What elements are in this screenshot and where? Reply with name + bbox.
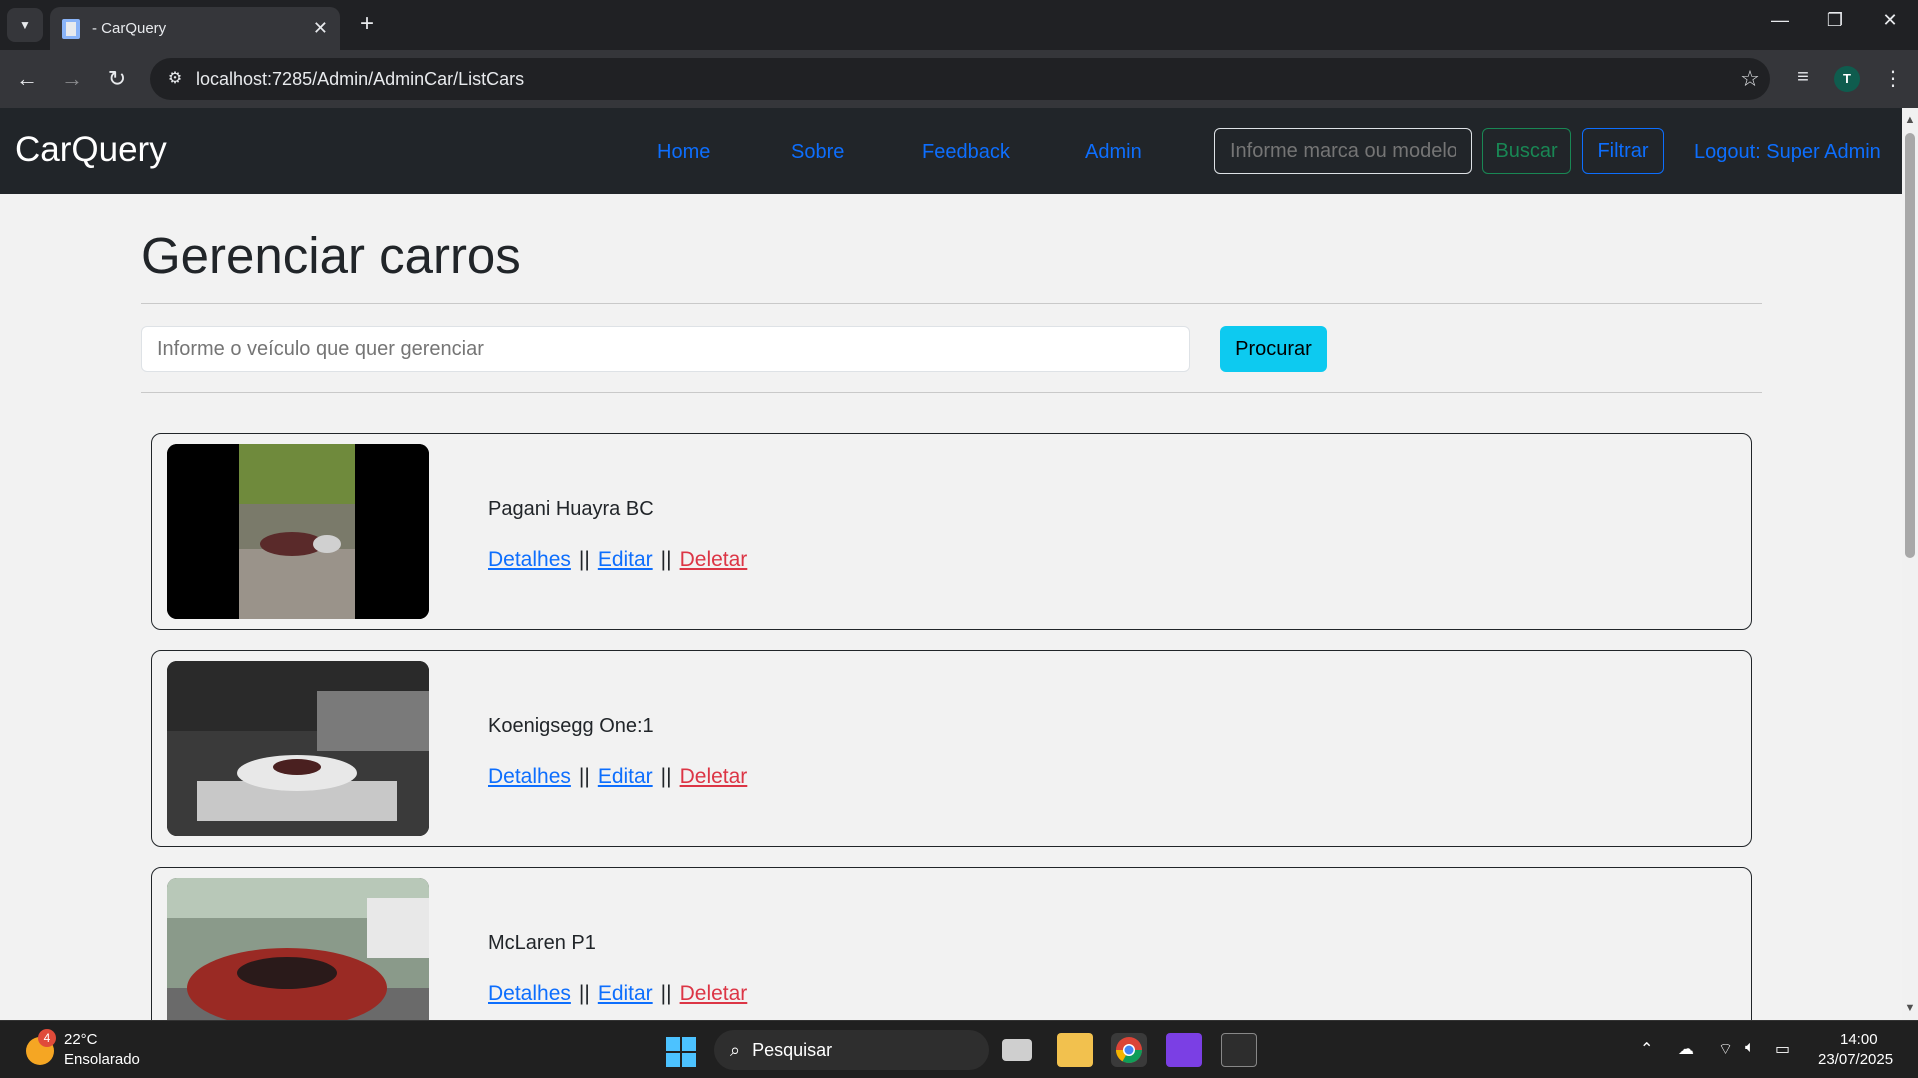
- windows-taskbar: 4 22°C Ensolarado ⌕ Pesquisar ⌃ ☁ ⌔ 🔈︎ ▭…: [0, 1020, 1918, 1078]
- bookmark-star-icon[interactable]: ☆: [1730, 66, 1770, 92]
- details-link[interactable]: Detalhes: [488, 548, 571, 571]
- chevron-down-icon: ▼: [19, 18, 31, 32]
- divider: [141, 303, 1762, 304]
- buscar-button[interactable]: Buscar: [1482, 128, 1571, 174]
- address-bar[interactable]: ⚙ localhost:7285/Admin/AdminCar/ListCars…: [150, 58, 1770, 100]
- page-scrollbar[interactable]: ▲ ▼: [1902, 108, 1918, 1020]
- car-photo-pagani: [167, 444, 429, 619]
- separator: ||: [660, 982, 672, 1005]
- brand-logo[interactable]: CarQuery: [15, 130, 167, 170]
- close-icon[interactable]: ✕: [313, 18, 328, 39]
- separator: ||: [578, 765, 590, 788]
- taskbar-search[interactable]: ⌕ Pesquisar: [714, 1030, 989, 1070]
- car-actions: Detalhes || Editar || Deletar: [488, 982, 747, 1006]
- separator: ||: [660, 548, 672, 571]
- volume-icon[interactable]: 🔈︎: [1745, 1039, 1755, 1057]
- weather-badge: 4: [38, 1029, 56, 1047]
- cloud-icon[interactable]: ☁: [1678, 1039, 1694, 1059]
- browser-tab-strip: ▼ - CarQuery ✕ + — ❐ ✕: [0, 0, 1918, 50]
- clock-time[interactable]: 14:00: [1840, 1031, 1878, 1048]
- visual-studio-icon[interactable]: [1166, 1033, 1202, 1067]
- nav-link-sobre[interactable]: Sobre: [791, 141, 844, 164]
- delete-link[interactable]: Deletar: [680, 982, 748, 1005]
- tab-search-button[interactable]: ▼: [7, 8, 43, 42]
- procurar-button[interactable]: Procurar: [1220, 326, 1327, 372]
- car-image: [167, 444, 429, 619]
- menu-kebab-icon[interactable]: ⋮: [1878, 66, 1908, 91]
- vehicle-search-input[interactable]: [141, 326, 1190, 372]
- nav-link-feedback[interactable]: Feedback: [922, 141, 1010, 164]
- car-card: Koenigsegg One:1 Detalhes || Editar || Delet…: [151, 650, 1752, 847]
- chrome-icon[interactable]: [1111, 1033, 1147, 1067]
- details-link[interactable]: Detalhes: [488, 765, 571, 788]
- start-button[interactable]: [666, 1037, 696, 1067]
- separator: ||: [578, 548, 590, 571]
- media-control-icon[interactable]: ≡: [1788, 66, 1818, 89]
- tab-title: - CarQuery: [92, 20, 167, 37]
- new-tab-button[interactable]: +: [352, 10, 382, 38]
- site-info-icon[interactable]: ⚙: [164, 68, 186, 90]
- separator: ||: [578, 982, 590, 1005]
- details-link[interactable]: Detalhes: [488, 982, 571, 1005]
- site-navbar: CarQuery Home Sobre Feedback Admin Busca…: [0, 108, 1902, 194]
- car-photo-koenigsegg: [167, 661, 429, 836]
- divider: [141, 392, 1762, 393]
- page-icon: [62, 18, 80, 39]
- delete-link[interactable]: Deletar: [680, 548, 748, 571]
- windows-logo-tile: [682, 1053, 696, 1067]
- restore-button[interactable]: ❐: [1815, 10, 1855, 31]
- url-text: localhost:7285/Admin/AdminCar/ListCars: [196, 68, 525, 89]
- car-card: Pagani Huayra BC Detalhes || Editar || Delet…: [151, 433, 1752, 630]
- car-name: McLaren P1: [488, 932, 596, 954]
- car-photo-mclaren: [167, 878, 429, 1020]
- weather-desc: Ensolarado: [64, 1051, 140, 1068]
- windows-logo-tile: [682, 1037, 696, 1051]
- terminal-icon[interactable]: [1221, 1033, 1257, 1067]
- car-name: Koenigsegg One:1: [488, 715, 654, 737]
- car-actions: Detalhes || Editar || Deletar: [488, 548, 747, 572]
- profile-avatar[interactable]: T: [1834, 66, 1860, 92]
- search-icon: ⌕: [730, 1039, 741, 1060]
- chrome-logo: [1115, 1037, 1143, 1064]
- delete-link[interactable]: Deletar: [680, 765, 748, 788]
- browser-tab[interactable]: - CarQuery ✕: [50, 7, 340, 50]
- car-actions: Detalhes || Editar || Deletar: [488, 765, 747, 789]
- battery-icon[interactable]: ▭: [1775, 1039, 1790, 1059]
- nav-link-home[interactable]: Home: [657, 141, 710, 164]
- scroll-up-icon[interactable]: ▲: [1904, 114, 1916, 126]
- file-explorer-icon[interactable]: [1057, 1033, 1093, 1067]
- car-name: Pagani Huayra BC: [488, 498, 654, 520]
- taskbar-search-label: Pesquisar: [752, 1039, 833, 1060]
- windows-logo-tile: [666, 1037, 680, 1051]
- task-view-icon[interactable]: [1002, 1039, 1032, 1061]
- edit-link[interactable]: Editar: [598, 982, 653, 1005]
- car-image: [167, 878, 429, 1020]
- navbar-search-input[interactable]: [1214, 128, 1472, 174]
- edit-link[interactable]: Editar: [598, 765, 653, 788]
- back-button[interactable]: ←: [12, 64, 42, 94]
- forward-button[interactable]: →: [57, 64, 87, 94]
- close-window-button[interactable]: ✕: [1870, 10, 1910, 31]
- clock-date[interactable]: 23/07/2025: [1818, 1051, 1893, 1068]
- filtrar-button[interactable]: Filtrar: [1582, 128, 1664, 174]
- logout-link[interactable]: Logout: Super Admin: [1694, 141, 1881, 164]
- scroll-down-icon[interactable]: ▼: [1904, 1002, 1916, 1014]
- weather-temp: 22°C: [64, 1031, 98, 1048]
- reload-button[interactable]: ↻: [102, 64, 132, 94]
- wifi-icon[interactable]: ⌔: [1718, 1039, 1733, 1059]
- browser-toolbar: ← → ↻ ⚙ localhost:7285/Admin/AdminCar/Li…: [0, 50, 1918, 108]
- page-viewport: CarQuery Home Sobre Feedback Admin Busca…: [0, 108, 1918, 1020]
- chevron-up-icon[interactable]: ⌃: [1640, 1039, 1653, 1059]
- scroll-thumb[interactable]: [1905, 133, 1915, 558]
- car-card: McLaren P1 Detalhes || Editar || Deletar: [151, 867, 1752, 1020]
- car-image: [167, 661, 429, 836]
- page-title: Gerenciar carros: [141, 227, 521, 284]
- windows-logo-tile: [666, 1053, 680, 1067]
- nav-link-admin[interactable]: Admin: [1085, 141, 1142, 164]
- separator: ||: [660, 765, 672, 788]
- edit-link[interactable]: Editar: [598, 548, 653, 571]
- minimize-button[interactable]: —: [1760, 10, 1800, 31]
